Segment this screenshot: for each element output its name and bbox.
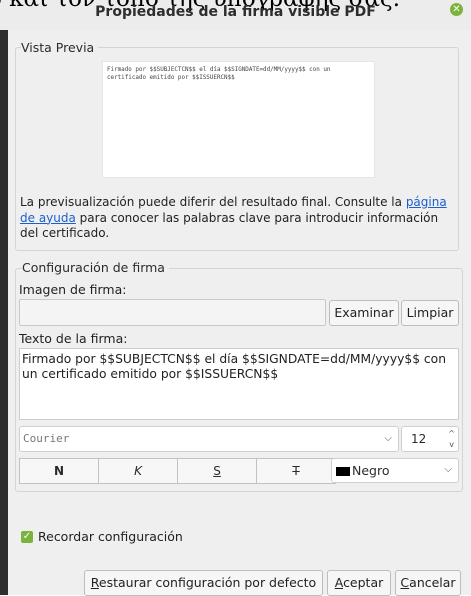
bold-label: N	[53, 464, 65, 478]
font-size-value: 12	[411, 432, 427, 446]
accept-mnemonic: A	[334, 575, 344, 590]
title-bar: ο και τον τόπο της υπογραφής σας. Propie…	[0, 0, 471, 30]
strikethrough-button[interactable]: T	[256, 458, 336, 484]
strikethrough-label: T	[292, 464, 300, 478]
signature-image-label: Imagen de firma:	[19, 282, 127, 297]
spinner-arrows-icon[interactable]: ^ v	[448, 428, 455, 450]
accept-button[interactable]: Aceptar	[327, 570, 391, 596]
restore-label: estaurar configuración por defecto	[98, 575, 317, 590]
color-swatch-icon	[336, 467, 350, 476]
preview-note: La previsualización puede diferir del re…	[20, 195, 450, 242]
chevron-down-icon: ⌵	[444, 464, 452, 475]
accept-label: ceptar	[343, 575, 384, 590]
cancel-label: ancelar	[409, 575, 456, 590]
font-select[interactable]: Courier ⌵	[19, 426, 399, 452]
signature-image-field[interactable]	[19, 299, 326, 326]
clear-button[interactable]: Limpiar	[401, 300, 459, 326]
signature-text-label: Texto de la firma:	[19, 331, 128, 346]
color-value: Negro	[352, 463, 390, 478]
restore-defaults-button[interactable]: Restaurar configuración por defecto	[84, 570, 323, 596]
cancel-button[interactable]: Cancelar	[395, 570, 461, 596]
remember-checkbox[interactable]: ✓	[21, 531, 33, 543]
bold-button[interactable]: N	[19, 458, 99, 484]
color-value-wrap: Negro	[336, 463, 390, 478]
left-window-edge	[0, 0, 8, 595]
italic-label: K	[134, 464, 142, 478]
dialog-title: Propiedades de la firma visible PDF	[95, 4, 376, 20]
chevron-down-icon: ⌵	[384, 433, 392, 444]
underline-button[interactable]: S	[177, 458, 257, 484]
cancel-mnemonic: C	[400, 575, 410, 590]
preview-note-text-end: para conocer las palabras clave para int…	[20, 210, 439, 241]
restore-mnemonic: R	[90, 575, 99, 590]
signature-preview-text: Firmado por $$SUBJECTCN$$ el día $$SIGND…	[107, 67, 331, 81]
examine-button[interactable]: Examinar	[329, 300, 399, 326]
preview-group-label: Vista Previa	[21, 40, 99, 55]
remember-label: Recordar configuración	[38, 529, 183, 544]
color-select[interactable]: Negro ⌵	[331, 458, 459, 483]
signature-preview-box: Firmado por $$SUBJECTCN$$ el día $$SIGND…	[102, 61, 375, 178]
font-value: Courier	[23, 432, 70, 445]
underline-label: S	[213, 464, 221, 478]
preview-note-text: La previsualización puede diferir del re…	[20, 195, 406, 209]
close-icon[interactable]: ✕	[450, 3, 463, 16]
signature-text-area[interactable]: Firmado por $$SUBJECTCN$$ el día $$SIGND…	[19, 348, 459, 420]
italic-button[interactable]: K	[98, 458, 178, 484]
font-size-spinner[interactable]: 12 ^ v	[401, 426, 459, 452]
signature-text-value: Firmado por $$SUBJECTCN$$ el día $$SIGND…	[22, 352, 447, 381]
signature-config-label: Configuración de firma	[22, 260, 169, 275]
dialog-window: ο και τον τόπο της υπογραφής σας. Propie…	[0, 0, 471, 596]
